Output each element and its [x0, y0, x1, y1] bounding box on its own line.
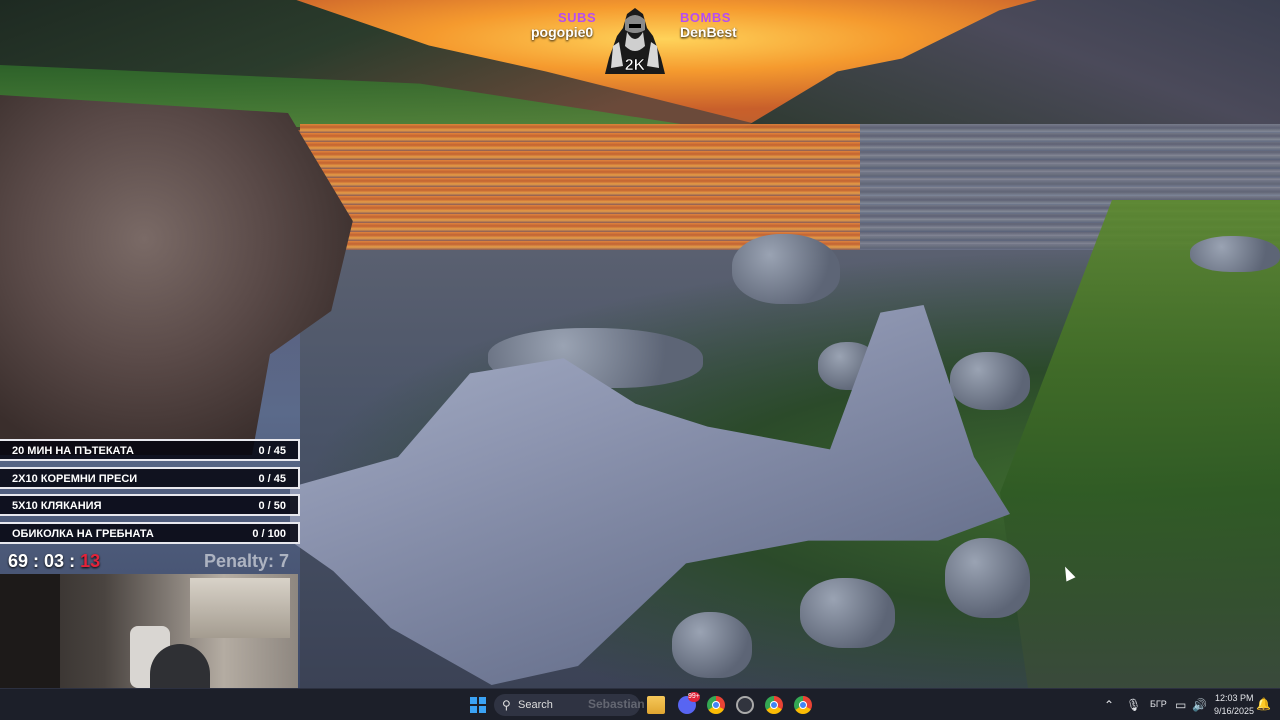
wallpaper-rock — [672, 612, 752, 678]
wallpaper-rock — [1190, 236, 1280, 272]
viking-mascot-icon: 2K — [605, 8, 665, 74]
webcam-shelf — [0, 574, 60, 688]
challenge-row: 2Х10 КОРЕМНИ ПРЕСИ 0 / 45 — [0, 466, 300, 489]
mascot-badge-text: 2K — [625, 57, 646, 74]
timer-separator: : — [64, 551, 81, 571]
challenge-count: 0 / 50 — [258, 500, 286, 512]
challenge-row: 5Х10 КЛЯКАНИЯ 0 / 50 — [0, 494, 300, 516]
challenge-count: 0 / 100 — [252, 527, 286, 540]
chrome-icon[interactable] — [707, 696, 725, 714]
challenge-count: 0 / 45 — [258, 472, 286, 485]
wallpaper-rock — [800, 578, 895, 648]
search-highlight-text: Sebastian — [588, 697, 645, 711]
timer-hours: 69 — [8, 551, 29, 571]
bombs-label: BOMBS — [680, 10, 731, 25]
challenge-name: 2Х10 КОРЕМНИ ПРЕСИ — [12, 472, 138, 485]
windows-logo-icon — [479, 697, 486, 704]
challenge-name: ОБИКОЛКА НА ГРЕБНАТА — [12, 527, 154, 540]
windows-start-button[interactable] — [470, 697, 486, 713]
challenge-name: 20 МИН НА ПЪТЕКАТА — [12, 445, 134, 457]
timer-separator: : — [28, 551, 45, 571]
subs-label: SUBS — [558, 10, 597, 25]
subs-latest-name: pogopie0 — [531, 24, 594, 40]
discord-notification-badge: 99+ — [688, 692, 700, 702]
monitor-icon[interactable]: ▭ — [1175, 698, 1186, 712]
penalty-counter: Penalty: 7 — [204, 551, 290, 571]
microphone-icon[interactable]: 🎙 — [1126, 698, 1141, 712]
obs-icon[interactable] — [736, 696, 754, 714]
discord-icon[interactable]: 99+ — [678, 692, 700, 714]
wallpaper-rock — [732, 234, 840, 304]
challenge-row: 20 МИН НА ПЪТЕКАТА 0 / 45 — [0, 439, 300, 461]
search-placeholder: Search — [518, 699, 553, 711]
speaker-icon[interactable]: 🔊 — [1192, 698, 1207, 712]
clock-date[interactable]: 9/16/2025 — [1214, 706, 1254, 716]
webcam-window — [190, 578, 290, 638]
wallpaper-rock — [945, 538, 1030, 618]
timer-minutes: 03 — [44, 551, 65, 571]
challenge-name: 5Х10 КЛЯКАНИЯ — [12, 500, 102, 512]
windows-logo-icon — [479, 706, 486, 713]
clock-time[interactable]: 12:03 PM — [1215, 693, 1254, 703]
challenge-row: ОБИКОЛКА НА ГРЕБНАТА 0 / 100 — [0, 521, 300, 544]
subs-bombs-overlay: SUBS pogopie0 2K BOMBS DenBest — [500, 4, 800, 74]
stream-timer: 69 : 03 : 13 — [8, 551, 100, 572]
windows-logo-icon — [470, 697, 477, 704]
chevron-up-icon[interactable]: ⌃ — [1104, 698, 1114, 712]
wallpaper-rock — [950, 352, 1030, 410]
notification-bell-icon[interactable]: 🔔 — [1256, 697, 1271, 711]
webcam-feed — [0, 574, 298, 688]
chrome-icon[interactable] — [765, 696, 783, 714]
taskbar: ⚲ Search Sebastian 99+ ⌃ 🎙 БГР ▭ 🔊 12:03… — [0, 688, 1280, 720]
timer-seconds: 13 — [80, 551, 101, 571]
challenge-count: 0 / 45 — [258, 445, 286, 457]
bombs-latest-name: DenBest — [680, 24, 737, 40]
chrome-icon[interactable] — [794, 696, 812, 714]
challenge-list: 20 МИН НА ПЪТЕКАТА 0 / 45 2Х10 КОРЕМНИ П… — [0, 439, 300, 549]
search-icon: ⚲ — [502, 698, 511, 712]
file-explorer-icon[interactable] — [647, 696, 665, 714]
windows-logo-icon — [470, 706, 477, 713]
language-indicator[interactable]: БГР — [1150, 699, 1167, 709]
